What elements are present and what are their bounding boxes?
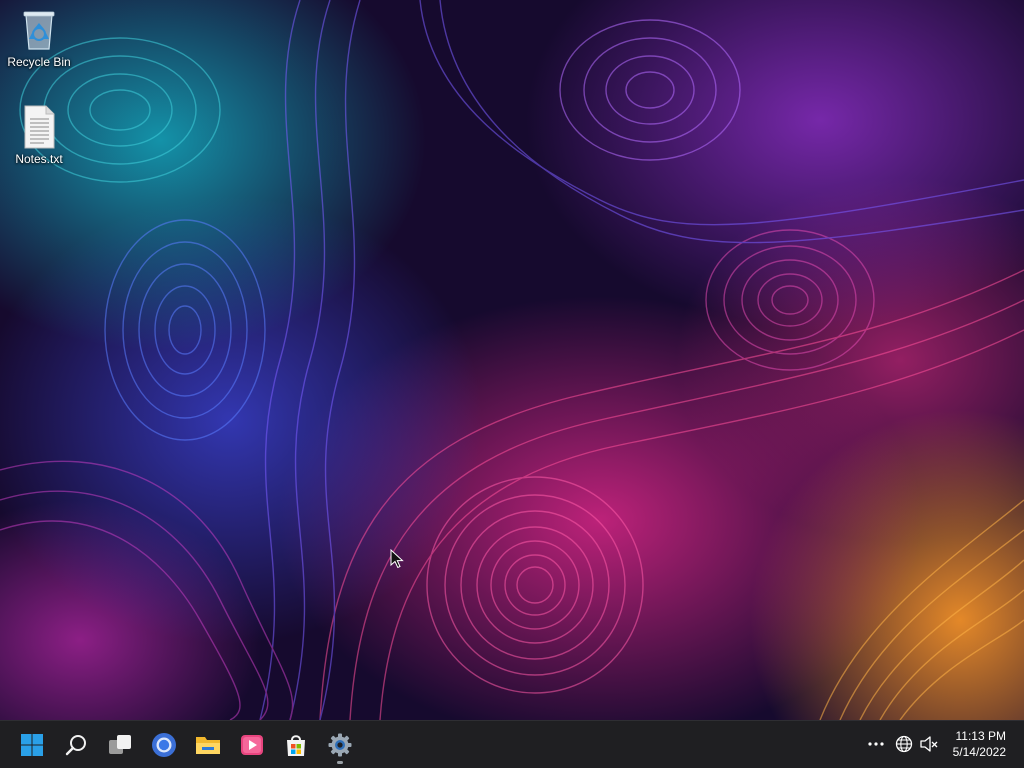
desktop-icon-recycle-bin[interactable]: Recycle Bin (1, 8, 77, 69)
desktop-icon-notes-txt[interactable]: Notes.txt (1, 105, 77, 166)
microsoft-store-button[interactable] (276, 725, 316, 765)
search-icon (65, 735, 86, 756)
task-view-button[interactable] (100, 725, 140, 765)
taskbar: 11:13 PM 5/14/2022 (0, 720, 1024, 768)
tray-overflow-button[interactable] (865, 733, 887, 755)
settings-button[interactable] (320, 725, 360, 765)
mouse-pointer-icon (390, 549, 404, 569)
desktop-icon-label: Notes.txt (15, 152, 63, 166)
clock-date: 5/14/2022 (952, 745, 1006, 759)
store-icon (287, 735, 305, 756)
wallpaper-swirls (0, 0, 1024, 720)
folder-icon (196, 737, 220, 754)
search-button[interactable] (56, 725, 96, 765)
gear-icon (328, 733, 352, 757)
network-button[interactable] (893, 733, 915, 755)
overflow-dots-icon (868, 742, 884, 746)
desktop[interactable]: Recycle Bin Notes.txt (0, 0, 1024, 720)
media-player-button[interactable] (232, 725, 272, 765)
clock[interactable]: 11:13 PM 5/14/2022 (936, 728, 1006, 760)
desktop-icon-label: Recycle Bin (7, 55, 71, 69)
chrome-icon (152, 733, 176, 757)
network-globe-icon (895, 735, 913, 753)
task-view-icon (109, 735, 131, 754)
recycle-bin-icon (19, 8, 59, 52)
clock-time: 11:13 PM (955, 729, 1006, 743)
media-player-icon (241, 735, 263, 755)
text-file-icon (19, 105, 59, 149)
windows-logo-icon (21, 734, 43, 756)
start-button[interactable] (12, 725, 52, 765)
file-explorer-button[interactable] (188, 725, 228, 765)
chrome-button[interactable] (144, 725, 184, 765)
